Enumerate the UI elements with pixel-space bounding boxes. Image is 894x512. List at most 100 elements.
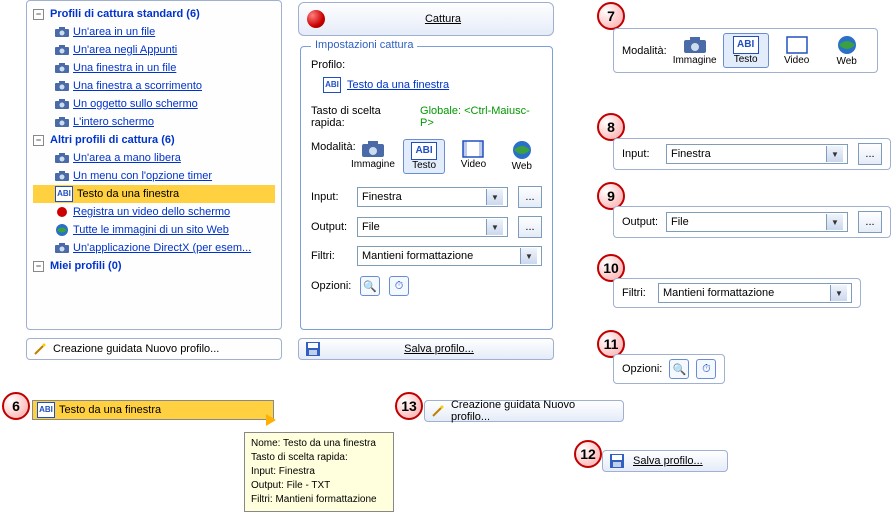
profile-tree[interactable]: − Profili di cattura standard (6) Un'are… [26,0,282,330]
tree-item-record-video[interactable]: Registra un video dello schermo [33,203,275,221]
mode-video[interactable]: Video [775,35,819,66]
capture-label: Cattura [333,13,553,25]
save-profile-button[interactable]: Salva profilo... [298,338,554,360]
profile-name[interactable]: Testo da una finestra [347,79,449,91]
chevron-down-icon[interactable]: ▼ [520,248,537,264]
tree-item-directx[interactable]: Un'applicazione DirectX (per esem... [33,239,275,257]
output-label: Output: [311,221,351,233]
cursor-icon [266,414,276,426]
record-icon [55,205,69,219]
collapse-icon[interactable]: − [33,135,44,146]
mode-image[interactable]: Immagine [673,35,717,66]
tree-item-area-file[interactable]: Un'area in un file [33,23,275,41]
tree-item-web-images[interactable]: Tutte le immagini di un sito Web [33,221,275,239]
wizard-button[interactable]: Creazione guidata Nuovo profilo... [26,338,282,360]
camera-icon [55,241,69,255]
filter-combo[interactable]: Mantieni formattazione▼ [658,283,852,303]
tree-item-full-screen[interactable]: L'intero schermo [33,113,275,131]
callout-selected-row[interactable]: ABI Testo da una finestra [32,400,274,420]
save-icon [609,453,625,469]
wizard-label: Creazione guidata Nuovo profilo... [53,343,219,355]
callout-marker-8: 8 [597,113,625,141]
option-timer-icon[interactable]: ⏱ [389,276,409,296]
hotkey-value: Globale: <Ctrl-Maiusc-P> [420,105,542,129]
callout-filter-row: Filtri: Mantieni formattazione▼ [613,278,861,308]
callout-mode-panel: Modalità: Immagine ABITesto Video Web [613,28,878,73]
chevron-down-icon[interactable]: ▼ [486,219,503,235]
mode-text[interactable]: ABITesto [403,139,445,174]
tree-header-other-label: Altri profili di cattura (6) [50,134,175,146]
callout-marker-13: 13 [395,392,423,420]
tree-header-my-label: Miei profili (0) [50,260,122,272]
input-combo[interactable]: Finestra▼ [357,187,508,207]
output-combo[interactable]: File▼ [666,212,848,232]
tree-item-text-window[interactable]: ABITesto da una finestra [33,185,275,203]
input-label: Input: [311,191,351,203]
collapse-icon[interactable]: − [33,261,44,272]
save-profile-label: Salva profilo... [331,343,547,355]
tree-item-area-clipboard[interactable]: Un'area negli Appunti [33,41,275,59]
tree-header-standard[interactable]: − Profili di cattura standard (6) [33,5,275,23]
camera-icon [361,139,385,159]
globe-icon [511,139,533,161]
input-more-button[interactable]: ... [858,143,882,165]
callout-save-button[interactable]: Salva profilo... [602,450,728,472]
camera-icon [55,97,69,111]
camera-icon [55,151,69,165]
settings-title: Impostazioni cattura [311,39,417,51]
film-icon [785,35,809,55]
text-icon: ABI [323,77,341,93]
callout-wizard-button[interactable]: Creazione guidata Nuovo profilo... [424,400,624,422]
input-more-button[interactable]: ... [518,186,542,208]
record-orb-icon [307,10,325,28]
callout-input-row: Input: Finestra▼ ... [613,138,891,170]
callout-marker-12: 12 [574,440,602,468]
globe-icon [836,34,858,56]
tree-header-my[interactable]: − Miei profili (0) [33,257,275,275]
tree-item-window-file[interactable]: Una finestra in un file [33,59,275,77]
option-timer-icon[interactable]: ⏱ [696,359,716,379]
chevron-down-icon[interactable]: ▼ [826,146,843,162]
callout-marker-7: 7 [597,2,625,30]
tree-item-freehand[interactable]: Un'area a mano libera [33,149,275,167]
camera-icon [55,25,69,39]
tree-item-menu-timer[interactable]: Un menu con l'opzione timer [33,167,275,185]
mode-image[interactable]: Immagine [351,139,395,170]
profile-label: Profilo: [311,59,542,71]
save-icon [305,341,321,357]
chevron-down-icon[interactable]: ▼ [826,214,843,230]
capture-button[interactable]: Cattura [298,2,554,36]
options-label: Opzioni: [311,280,351,292]
chevron-down-icon[interactable]: ▼ [830,285,847,301]
filter-label: Filtri: [311,250,351,262]
output-more-button[interactable]: ... [858,211,882,233]
globe-icon [55,223,69,237]
tree-header-standard-label: Profili di cattura standard (6) [50,8,200,20]
filter-combo[interactable]: Mantieni formattazione▼ [357,246,542,266]
chevron-down-icon[interactable]: ▼ [486,189,503,205]
mode-web[interactable]: Web [825,34,869,67]
text-icon: ABI [55,186,73,202]
hotkey-label: Tasto di scelta rapida: [311,105,416,129]
camera-icon [55,115,69,129]
option-preview-icon[interactable]: 🔍 [360,276,380,296]
tooltip: Nome: Testo da una finestra Tasto di sce… [244,432,394,512]
tree-item-window-scroll[interactable]: Una finestra a scorrimento [33,77,275,95]
output-more-button[interactable]: ... [518,216,542,238]
mode-video[interactable]: Video [453,139,493,170]
output-combo[interactable]: File▼ [357,217,508,237]
tree-item-screen-object[interactable]: Un oggetto sullo schermo [33,95,275,113]
mode-text[interactable]: ABITesto [723,33,769,68]
collapse-icon[interactable]: − [33,9,44,20]
text-icon: ABI [733,36,759,54]
camera-icon [55,79,69,93]
input-combo[interactable]: Finestra▼ [666,144,848,164]
settings-fieldset: Impostazioni cattura Profilo: ABI Testo … [300,46,553,330]
mode-selector: Immagine ABITesto Video Web [351,139,542,174]
camera-icon [55,169,69,183]
tree-header-other[interactable]: − Altri profili di cattura (6) [33,131,275,149]
camera-icon [55,43,69,57]
option-preview-icon[interactable]: 🔍 [669,359,689,379]
mode-web[interactable]: Web [502,139,542,172]
text-icon: ABI [411,142,437,160]
